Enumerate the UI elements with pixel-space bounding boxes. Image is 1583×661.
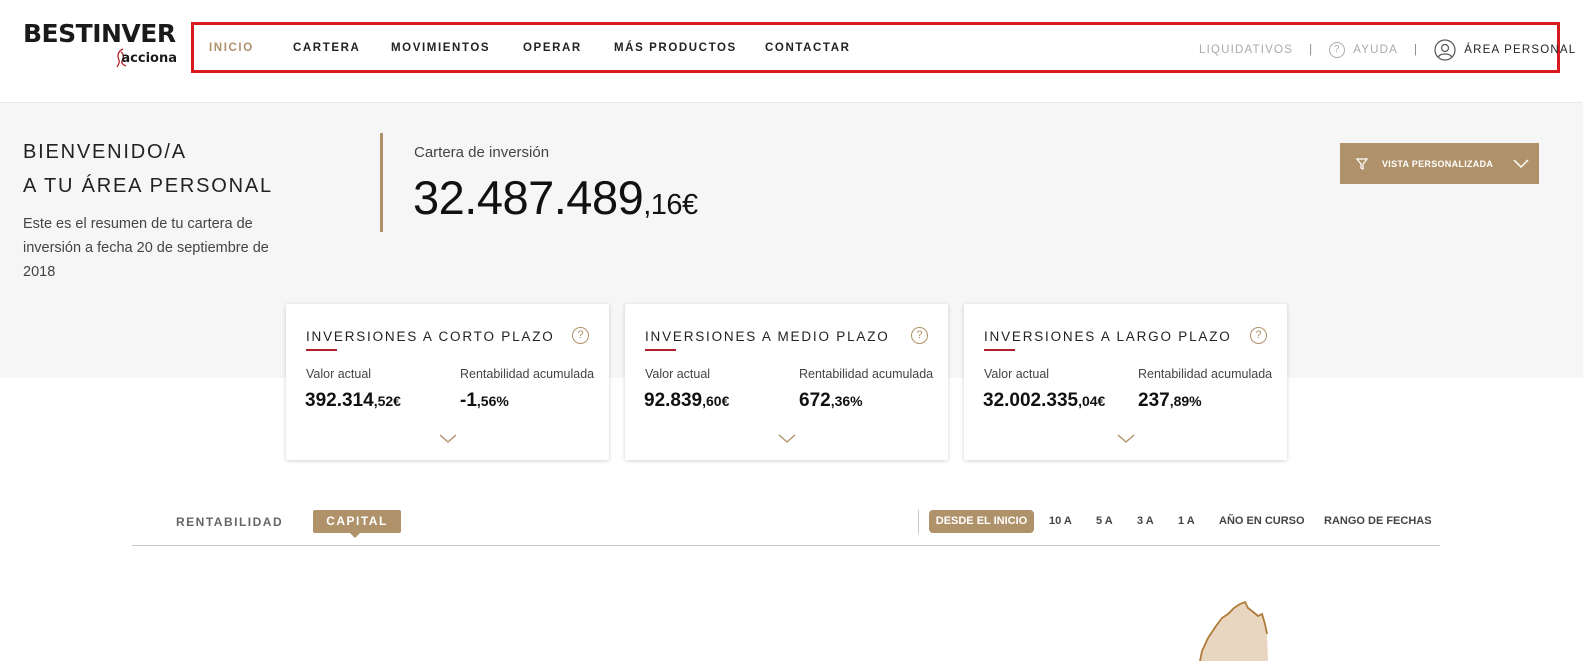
separator: | <box>1414 44 1419 56</box>
range-5a[interactable]: 5 A <box>1096 515 1113 527</box>
range-ano-en-curso[interactable]: AÑO EN CURSO <box>1219 515 1305 527</box>
range-10a[interactable]: 10 A <box>1049 515 1072 527</box>
utility-links: LIQUIDATIVOS | ? AYUDA | ÁREA PERSONAL <box>1199 39 1576 61</box>
tabs-underline <box>132 545 1440 546</box>
rentabilidad-value: -1,56% <box>460 390 509 412</box>
card-medio-plazo: INVERSIONES A MEDIO PLAZO ? Valor actual… <box>625 304 948 460</box>
nav-movimientos[interactable]: MOVIMIENTOS <box>391 42 490 54</box>
chevron-down-icon[interactable] <box>439 434 457 444</box>
rent-dec: ,89% <box>1169 393 1202 409</box>
welcome-subheading: A TU ÁREA PERSONAL <box>23 175 273 197</box>
area-personal-link[interactable]: ÁREA PERSONAL <box>1464 44 1576 56</box>
valor-dec: ,52€ <box>373 393 401 409</box>
tab-capital[interactable]: CAPITAL <box>313 510 401 533</box>
rent-int: -1 <box>460 390 477 411</box>
valor-actual-label: Valor actual <box>306 367 372 381</box>
capital-area-chart <box>1199 600 1268 661</box>
user-icon <box>1434 39 1456 61</box>
cartera-label: Cartera de inversión <box>414 144 550 161</box>
card-rule <box>645 349 676 351</box>
bestinver-logo[interactable]: BESTINVER acciona <box>23 20 181 76</box>
card-rule <box>306 349 337 351</box>
tab-pointer <box>350 533 360 538</box>
card-title: INVERSIONES A CORTO PLAZO <box>306 329 555 344</box>
nav-operar[interactable]: OPERAR <box>523 42 582 54</box>
rentabilidad-label: Rentabilidad acumulada <box>1138 367 1273 381</box>
range-desde-el-inicio[interactable]: DESDE EL INICIO <box>929 510 1034 533</box>
nav-inicio[interactable]: INICIO <box>209 42 254 54</box>
chevron-down-icon[interactable] <box>778 434 796 444</box>
range-1a[interactable]: 1 A <box>1178 515 1195 527</box>
chevron-down-icon[interactable] <box>1117 434 1135 444</box>
brand-sub: acciona <box>121 51 177 66</box>
help-icon[interactable]: ? <box>1250 327 1267 344</box>
summary-text: Este es el resumen de tu cartera de inve… <box>23 216 269 280</box>
card-largo-plazo: INVERSIONES A LARGO PLAZO ? Valor actual… <box>964 304 1287 460</box>
top-header: BESTINVER acciona INICIO CARTERA MOVIMIE… <box>0 0 1583 103</box>
card-rule <box>984 349 1015 351</box>
rent-dec: ,56% <box>476 393 509 409</box>
cartera-value: 32.487.489,16€ <box>413 170 698 225</box>
brand-name: BESTINVER <box>23 19 176 48</box>
capital-area <box>1200 602 1268 661</box>
range-divider <box>918 510 919 534</box>
help-icon[interactable]: ? <box>572 327 589 344</box>
valor-actual-value: 92.839,60€ <box>644 390 729 412</box>
cartera-value-dec: ,16€ <box>643 189 698 221</box>
valor-actual-value: 32.002.335,04€ <box>983 390 1105 412</box>
vista-personalizada-label: VISTA PERSONALIZADA <box>1382 158 1494 169</box>
rent-int: 672 <box>799 390 831 411</box>
rentabilidad-label: Rentabilidad acumulada <box>799 367 934 381</box>
divider <box>380 133 383 232</box>
main-nav: INICIO CARTERA MOVIMIENTOS OPERAR MÁS PR… <box>191 22 1575 73</box>
range-3a[interactable]: 3 A <box>1137 515 1154 527</box>
chevron-down-icon <box>1513 158 1529 168</box>
cartera-value-int: 32.487.489 <box>413 171 644 224</box>
help-icon[interactable]: ? <box>911 327 928 344</box>
valor-dec: ,60€ <box>702 393 730 409</box>
nav-mas-productos[interactable]: MÁS PRODUCTOS <box>614 42 737 54</box>
nav-cartera[interactable]: CARTERA <box>293 42 360 54</box>
help-icon: ? <box>1329 42 1346 58</box>
ayuda-link[interactable]: AYUDA <box>1353 44 1398 56</box>
valor-actual-label: Valor actual <box>984 367 1050 381</box>
tab-rentabilidad[interactable]: RENTABILIDAD <box>176 515 283 529</box>
valor-int: 92.839 <box>644 390 703 411</box>
card-title: INVERSIONES A MEDIO PLAZO <box>645 329 890 344</box>
vista-personalizada-button[interactable]: VISTA PERSONALIZADA <box>1340 143 1539 184</box>
rentabilidad-label: Rentabilidad acumulada <box>460 367 595 381</box>
rent-int: 237 <box>1138 390 1170 411</box>
rent-dec: ,36% <box>830 393 863 409</box>
card-title: INVERSIONES A LARGO PLAZO <box>984 329 1232 344</box>
liquidativos-link[interactable]: LIQUIDATIVOS <box>1199 44 1293 56</box>
valor-actual-value: 392.314,52€ <box>305 390 401 412</box>
separator: | <box>1309 44 1314 56</box>
card-corto-plazo: INVERSIONES A CORTO PLAZO ? Valor actual… <box>286 304 609 460</box>
valor-actual-label: Valor actual <box>645 367 711 381</box>
rentabilidad-value: 237,89% <box>1138 390 1202 412</box>
nav-contactar[interactable]: CONTACTAR <box>765 42 851 54</box>
range-rango-de-fechas[interactable]: RANGO DE FECHAS <box>1324 515 1432 527</box>
valor-dec: ,04€ <box>1078 393 1106 409</box>
filter-icon <box>1356 157 1368 170</box>
valor-int: 392.314 <box>305 390 374 411</box>
welcome-heading: BIENVENIDO/A <box>23 141 187 163</box>
valor-int: 32.002.335 <box>983 390 1079 411</box>
rentabilidad-value: 672,36% <box>799 390 863 412</box>
